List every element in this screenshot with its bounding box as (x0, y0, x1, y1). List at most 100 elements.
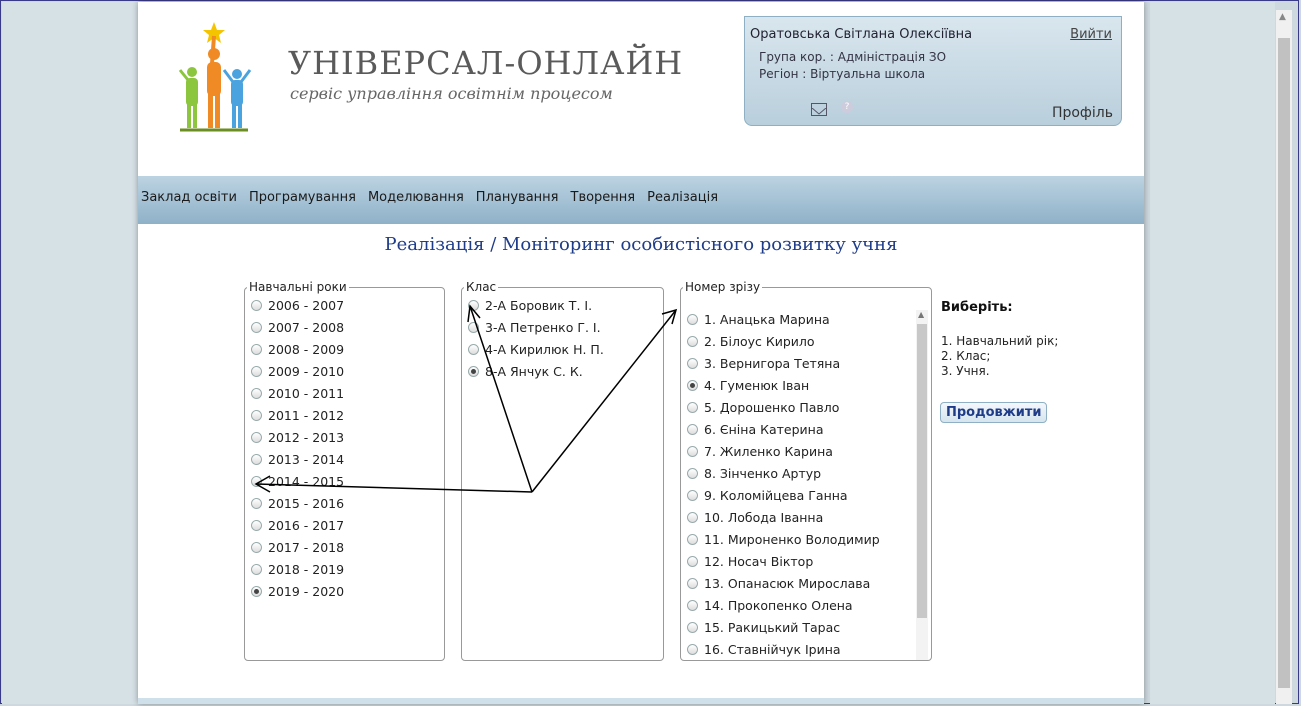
class-legend: Клас (466, 280, 497, 294)
student-option[interactable]: 17. Тисменко Петро (681, 660, 911, 661)
year-option[interactable]: 2011 - 2012 (245, 404, 444, 426)
nav-item-creation[interactable]: Творення (571, 190, 636, 205)
student-radio[interactable] (687, 533, 698, 545)
year-option[interactable]: 2008 - 2009 (245, 338, 444, 360)
student-option[interactable]: 3. Вернигора Тетяна (681, 352, 911, 374)
student-radio[interactable] (687, 467, 698, 479)
year-radio[interactable] (251, 519, 262, 531)
student-radio[interactable] (687, 489, 698, 501)
nav-item-realization[interactable]: Реалізація (647, 190, 718, 205)
student-radio[interactable] (687, 621, 698, 633)
year-option[interactable]: 2007 - 2008 (245, 316, 444, 338)
student-radio[interactable] (687, 511, 698, 523)
year-radio[interactable] (251, 431, 262, 443)
student-scrollbar[interactable]: ▲ ▼ (916, 310, 928, 660)
student-option[interactable]: 8. Зінченко Артур (681, 462, 911, 484)
nav-item-modeling[interactable]: Моделювання (368, 190, 464, 205)
page-scrollbar[interactable]: ▲ (1276, 10, 1292, 704)
student-option[interactable]: 6. Єніна Катерина (681, 418, 911, 440)
year-option[interactable]: 2010 - 2011 (245, 382, 444, 404)
class-radio[interactable] (468, 343, 479, 355)
student-radio[interactable] (687, 445, 698, 457)
student-option[interactable]: 10. Лобода Іванна (681, 506, 911, 528)
year-option[interactable]: 2018 - 2019 (245, 558, 444, 580)
year-option[interactable]: 2017 - 2018 (245, 536, 444, 558)
student-scrollbar-thumb[interactable] (917, 324, 927, 618)
year-radio[interactable] (251, 453, 262, 465)
year-option[interactable]: 2012 - 2013 (245, 426, 444, 448)
student-radio[interactable] (687, 577, 698, 589)
student-radio[interactable] (687, 401, 698, 413)
student-option[interactable]: 12. Носач Віктор (681, 550, 911, 572)
student-list: 1. Анацька Марина 2. Білоус Кирило 3. Верн… (681, 308, 911, 661)
help-icon[interactable]: ? (841, 101, 853, 113)
year-option[interactable]: 2006 - 2007 (245, 294, 444, 316)
year-option[interactable]: 2009 - 2010 (245, 360, 444, 382)
student-option[interactable]: 4. Гуменюк Іван (681, 374, 911, 396)
year-radio[interactable] (251, 475, 262, 487)
year-radio[interactable] (251, 409, 262, 421)
student-radio[interactable] (687, 379, 698, 391)
continue-button[interactable]: Продовжити (940, 402, 1048, 423)
instruction-step: 2. Клас; (941, 349, 991, 363)
student-radio[interactable] (687, 313, 698, 325)
student-radio[interactable] (687, 423, 698, 435)
page-scroll-up-icon[interactable]: ▲ (1279, 12, 1286, 22)
year-option[interactable]: 2014 - 2015 (245, 470, 444, 492)
year-radio[interactable] (251, 343, 262, 355)
user-name: Оратовська Світлана Олексіївна (750, 27, 973, 42)
nav-item-institution[interactable]: Заклад освіти (141, 190, 237, 205)
year-radio[interactable] (251, 563, 262, 575)
student-radio[interactable] (687, 357, 698, 369)
year-option[interactable]: 2015 - 2016 (245, 492, 444, 514)
page-scrollbar-thumb[interactable] (1278, 38, 1290, 688)
nav-item-programming[interactable]: Програмування (249, 190, 356, 205)
profile-link[interactable]: Профіль (1052, 105, 1113, 121)
class-label: 4-А Кирилюк Н. П. (485, 341, 604, 357)
scroll-up-icon[interactable]: ▲ (918, 310, 924, 319)
student-label: 2. Білоус Кирило (704, 333, 815, 349)
brand-subtitle: сервіс управління освітнім процесом (290, 84, 613, 103)
student-option[interactable]: 7. Жиленко Карина (681, 440, 911, 462)
instruction-step: 1. Навчальний рік; (941, 334, 1059, 348)
nav-item-planning[interactable]: Планування (476, 190, 559, 205)
year-option[interactable]: 2013 - 2014 (245, 448, 444, 470)
mail-icon[interactable] (811, 103, 827, 116)
year-radio[interactable] (251, 299, 262, 311)
student-label: 8. Зінченко Артур (704, 465, 822, 481)
student-option[interactable]: 16. Ставнійчук Ірина (681, 638, 911, 660)
logout-link[interactable]: Вийти (1070, 27, 1112, 42)
page-container: УНІВЕРСАЛ-ОНЛАЙН сервіс управління освіт… (138, 2, 1144, 704)
student-radio[interactable] (687, 643, 698, 655)
student-label: 3. Вернигора Тетяна (704, 355, 841, 371)
student-radio[interactable] (687, 555, 698, 567)
student-radio[interactable] (687, 599, 698, 611)
class-option[interactable]: 8-А Янчук С. К. (462, 360, 663, 382)
class-radio[interactable] (468, 299, 479, 311)
student-option[interactable]: 13. Опанасюк Мирослава (681, 572, 911, 594)
year-label: 2012 - 2013 (268, 429, 345, 445)
student-option[interactable]: 14. Прокопенко Олена (681, 594, 911, 616)
year-option[interactable]: 2019 - 2020 (245, 580, 444, 602)
year-option[interactable]: 2016 - 2017 (245, 514, 444, 536)
student-option[interactable]: 15. Ракицький Тарас (681, 616, 911, 638)
student-radio[interactable] (687, 335, 698, 347)
student-option[interactable]: 9. Коломійцева Ганна (681, 484, 911, 506)
class-option[interactable]: 2-А Боровик Т. І. (462, 294, 663, 316)
student-option[interactable]: 1. Анацька Марина (681, 308, 911, 330)
year-radio[interactable] (251, 497, 262, 509)
year-radio[interactable] (251, 321, 262, 333)
student-option[interactable]: 5. Дорошенко Павло (681, 396, 911, 418)
class-option[interactable]: 3-А Петренко Г. І. (462, 316, 663, 338)
student-label: 13. Опанасюк Мирослава (704, 575, 871, 591)
student-option[interactable]: 2. Білоус Кирило (681, 330, 911, 352)
year-radio[interactable] (251, 365, 262, 377)
class-radio[interactable] (468, 365, 479, 377)
year-label: 2019 - 2020 (268, 583, 345, 599)
class-radio[interactable] (468, 321, 479, 333)
year-radio[interactable] (251, 585, 262, 597)
year-radio[interactable] (251, 387, 262, 399)
year-radio[interactable] (251, 541, 262, 553)
class-option[interactable]: 4-А Кирилюк Н. П. (462, 338, 663, 360)
student-option[interactable]: 11. Мироненко Володимир (681, 528, 911, 550)
